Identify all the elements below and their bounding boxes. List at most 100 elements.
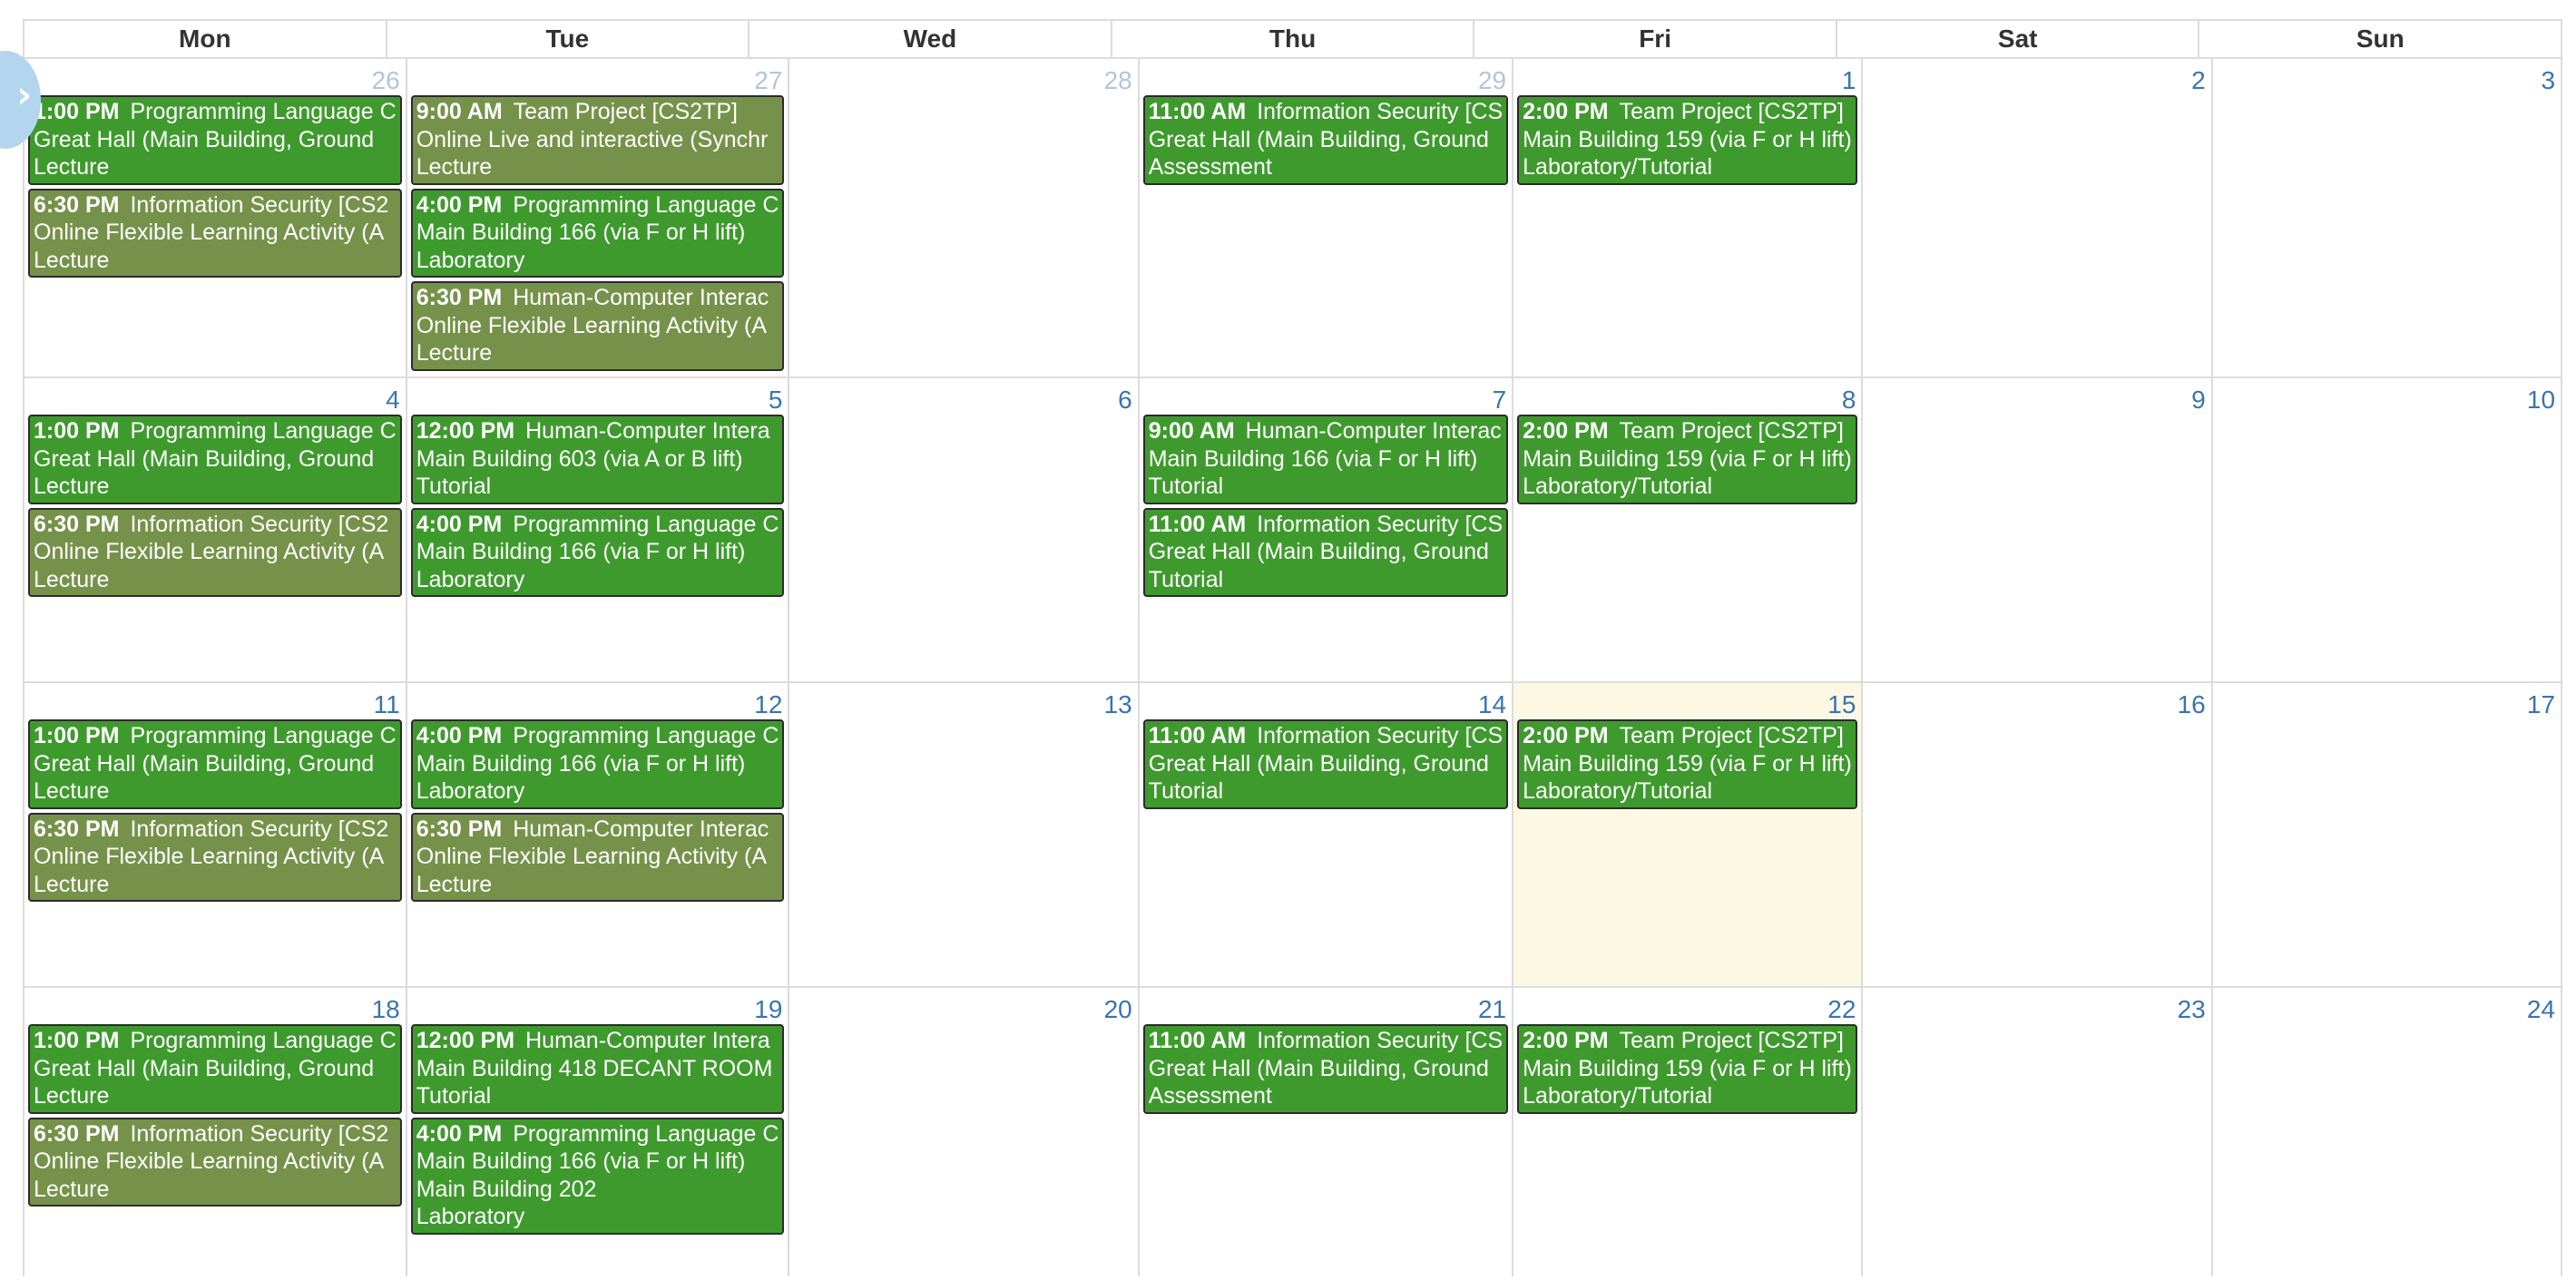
day-number[interactable]: 29 xyxy=(1140,59,1512,94)
event-type: Lecture xyxy=(416,871,493,897)
calendar-day[interactable]: 23 xyxy=(1863,988,2213,1276)
day-events xyxy=(789,718,1137,719)
calendar-event[interactable]: 1:00 PM Programming Language C Great Hall … xyxy=(28,415,402,504)
day-number[interactable]: 24 xyxy=(2213,988,2561,1023)
day-number[interactable]: 23 xyxy=(1863,988,2210,1023)
calendar-day[interactable]: 17 xyxy=(2213,683,2563,986)
calendar-event[interactable]: 1:00 PM Programming Language C Great Hall … xyxy=(28,95,402,185)
event-time: 9:00 AM xyxy=(416,99,503,124)
day-number[interactable]: 1 xyxy=(1513,59,1861,94)
day-number[interactable]: 9 xyxy=(1863,378,2210,414)
calendar-event[interactable]: 4:00 PM Programming Language C Main Buildi… xyxy=(410,1117,785,1235)
calendar-day[interactable]: 14 11:00 AM Information Security [CS Great … xyxy=(1140,683,1514,986)
event-location: Main Building 159 (via F or H lift) xyxy=(1523,1055,1852,1081)
calendar-day[interactable]: 21 11:00 AM Information Security [CS Great … xyxy=(1140,988,1514,1276)
calendar-day[interactable]: 1 2:00 PM Team Project [CS2TP] Main Buildin… xyxy=(1513,59,1864,376)
event-time: 9:00 AM xyxy=(1148,418,1235,444)
calendar-event[interactable]: 11:00 AM Information Security [CS Great Ha… xyxy=(1142,507,1509,597)
day-number[interactable]: 3 xyxy=(2213,59,2561,94)
calendar-day[interactable]: 24 xyxy=(2213,988,2563,1276)
calendar-event[interactable]: 11:00 AM Information Security [CS Great Ha… xyxy=(1142,95,1509,185)
event-title: Human-Computer Interac xyxy=(513,285,769,310)
day-number[interactable]: 5 xyxy=(407,378,788,414)
calendar-day[interactable]: 7 9:00 AM Human-Computer Interac Main Build… xyxy=(1140,378,1514,681)
day-events: 4:00 PM Programming Language C Main Buildi… xyxy=(407,718,788,902)
calendar-day[interactable]: 20 xyxy=(789,988,1140,1276)
day-number[interactable]: 13 xyxy=(789,683,1137,718)
calendar-event[interactable]: 12:00 PM Human-Computer Intera Main Buildi… xyxy=(410,1024,785,1114)
calendar-day[interactable]: 2 xyxy=(1863,59,2213,376)
event-location: Great Hall (Main Building, Ground xyxy=(34,445,375,472)
day-number[interactable]: 8 xyxy=(1513,378,1861,414)
day-number[interactable]: 14 xyxy=(1140,683,1512,718)
calendar-day[interactable]: 11 1:00 PM Programming Language C Great Hal… xyxy=(24,683,407,986)
day-number[interactable]: 22 xyxy=(1513,988,1861,1023)
calendar-event[interactable]: 4:00 PM Programming Language C Main Buildi… xyxy=(410,719,785,809)
event-title: Information Security [CS2 xyxy=(130,816,389,842)
calendar-event[interactable]: 6:30 PM Human-Computer Interac Online Flex… xyxy=(410,281,785,371)
event-header: 9:00 AM Human-Computer Interac xyxy=(1149,417,1503,445)
calendar-event[interactable]: 2:00 PM Team Project [CS2TP] Main Building… xyxy=(1517,95,1858,185)
calendar-day[interactable]: 18 1:00 PM Programming Language C Great Hal… xyxy=(24,988,407,1276)
day-number[interactable]: 21 xyxy=(1140,988,1512,1023)
event-type: Laboratory xyxy=(416,1204,525,1229)
calendar-event[interactable]: 1:00 PM Programming Language C Great Hall … xyxy=(28,1024,402,1114)
day-number[interactable]: 7 xyxy=(1140,378,1512,414)
event-location: Online Flexible Learning Activity (A xyxy=(34,844,385,869)
day-number[interactable]: 2 xyxy=(1863,59,2210,94)
calendar-event[interactable]: 6:30 PM Human-Computer Interac Online Flex… xyxy=(410,812,785,902)
day-number[interactable]: 16 xyxy=(1863,683,2210,718)
event-title: Information Security [CS xyxy=(1257,1028,1503,1053)
calendar-day[interactable]: 27 9:00 AM Team Project [CS2TP] Online Live… xyxy=(407,59,790,376)
day-number[interactable]: 27 xyxy=(407,59,788,94)
calendar-day[interactable]: 3 xyxy=(2213,59,2563,376)
calendar-day[interactable]: 29 11:00 AM Information Security [CS Great … xyxy=(1140,59,1514,376)
calendar-day[interactable]: 8 2:00 PM Team Project [CS2TP] Main Buildin… xyxy=(1513,378,1864,681)
calendar-event[interactable]: 2:00 PM Team Project [CS2TP] Main Building… xyxy=(1517,1024,1858,1114)
calendar-event[interactable]: 6:30 PM Information Security [CS2 Online F… xyxy=(28,507,402,597)
calendar-event[interactable]: 6:30 PM Information Security [CS2 Online F… xyxy=(28,188,402,278)
calendar-event[interactable]: 9:00 AM Human-Computer Interac Main Buildi… xyxy=(1142,415,1509,504)
calendar-event[interactable]: 4:00 PM Programming Language C Main Buildi… xyxy=(410,188,785,278)
calendar-event[interactable]: 6:30 PM Information Security [CS2 Online F… xyxy=(28,1117,402,1207)
calendar-day[interactable]: 22 2:00 PM Team Project [CS2TP] Main Buildi… xyxy=(1513,988,1864,1276)
day-number[interactable]: 18 xyxy=(24,988,406,1023)
calendar-day[interactable]: 26 1:00 PM Programming Language C Great Hal… xyxy=(24,59,407,376)
calendar-day[interactable]: 28 xyxy=(789,59,1140,376)
calendar-day[interactable]: 13 xyxy=(789,683,1140,986)
calendar-event[interactable]: 11:00 AM Information Security [CS Great Ha… xyxy=(1142,719,1509,809)
day-number[interactable]: 4 xyxy=(24,378,406,414)
calendar-day[interactable]: 10 xyxy=(2213,378,2563,681)
calendar-event[interactable]: 6:30 PM Information Security [CS2 Online F… xyxy=(28,812,402,902)
calendar-day[interactable]: 6 xyxy=(789,378,1140,681)
day-number[interactable]: 12 xyxy=(407,683,788,718)
day-number[interactable]: 10 xyxy=(2213,378,2561,414)
day-number[interactable]: 11 xyxy=(24,683,406,718)
event-location: Great Hall (Main Building, Ground xyxy=(34,1055,375,1081)
day-number[interactable]: 28 xyxy=(789,59,1137,94)
calendar-day[interactable]: 9 xyxy=(1863,378,2213,681)
calendar-day[interactable]: 12 4:00 PM Programming Language C Main Buil… xyxy=(407,683,790,986)
calendar-day[interactable]: 16 xyxy=(1863,683,2213,986)
event-location: Main Building 166 (via F or H lift) xyxy=(416,750,746,777)
event-header: 4:00 PM Programming Language C xyxy=(416,1120,779,1148)
day-number[interactable]: 20 xyxy=(789,988,1137,1023)
day-number[interactable]: 6 xyxy=(789,378,1137,414)
calendar-event[interactable]: 9:00 AM Team Project [CS2TP] Online Live a… xyxy=(410,95,785,185)
calendar-event[interactable]: 4:00 PM Programming Language C Main Buildi… xyxy=(410,507,785,597)
day-number[interactable]: 19 xyxy=(407,988,788,1023)
calendar-event[interactable]: 12:00 PM Human-Computer Intera Main Buildi… xyxy=(410,415,785,504)
calendar-event[interactable]: 2:00 PM Team Project [CS2TP] Main Building… xyxy=(1517,719,1858,809)
event-location: Main Building 166 (via F or H lift) xyxy=(1148,445,1478,472)
day-number[interactable]: 26 xyxy=(24,59,406,94)
calendar-event[interactable]: 1:00 PM Programming Language C Great Hall … xyxy=(28,719,402,809)
calendar-event[interactable]: 11:00 AM Information Security [CS Great Ha… xyxy=(1142,1024,1509,1114)
calendar-day[interactable]: 19 12:00 PM Human-Computer Intera Main Buil… xyxy=(407,988,790,1276)
calendar-day[interactable]: 15 2:00 PM Team Project [CS2TP] Main Buildi… xyxy=(1513,683,1864,986)
calendar-day[interactable]: 4 1:00 PM Programming Language C Great Hall… xyxy=(24,378,407,681)
event-type: Lecture xyxy=(34,871,110,897)
day-number[interactable]: 17 xyxy=(2213,683,2561,718)
calendar-day[interactable]: 5 12:00 PM Human-Computer Intera Main Build… xyxy=(407,378,790,681)
day-number[interactable]: 15 xyxy=(1513,683,1861,718)
calendar-event[interactable]: 2:00 PM Team Project [CS2TP] Main Building… xyxy=(1517,415,1858,504)
